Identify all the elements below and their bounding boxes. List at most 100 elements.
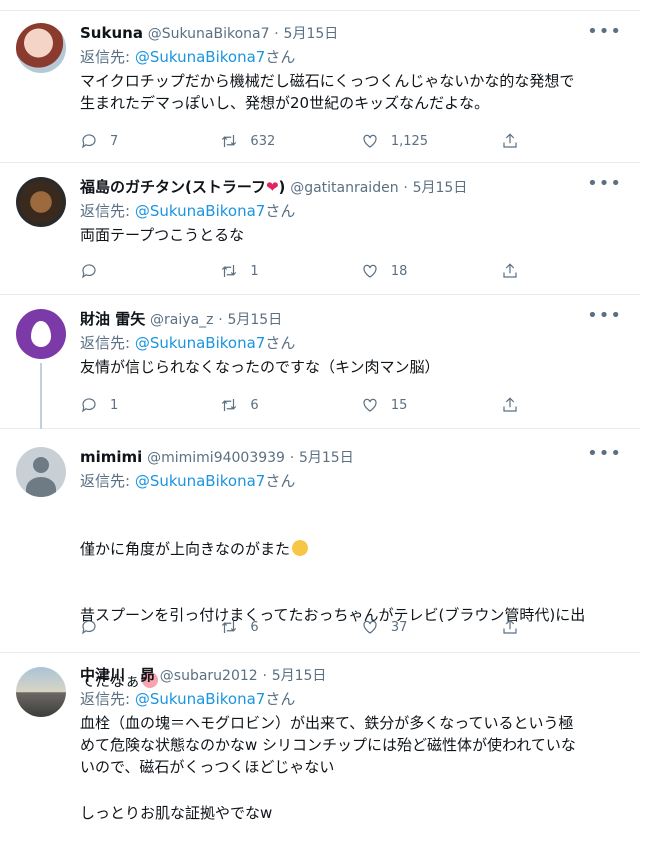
share-button[interactable] (501, 396, 540, 414)
tweet-header: Sukuna @SukunaBikona7 · 5月15日 (80, 23, 620, 44)
tweet-header: 福島のガチタン(ストラーフ❤) @gatitanraiden · 5月15日 (80, 177, 620, 198)
share-icon (503, 263, 517, 278)
retweet-count: 632 (250, 133, 276, 149)
text-line-1: 僅かに角度が上向きなのがまた (80, 540, 291, 558)
like-icon (363, 134, 377, 148)
separator-dot: · (274, 26, 279, 42)
retweet-icon (222, 399, 237, 411)
tweet-actions: 6 37 (80, 615, 540, 639)
reply-button[interactable] (80, 262, 220, 280)
tweet-date[interactable]: 5月15日 (413, 180, 468, 196)
avatar[interactable] (16, 447, 66, 497)
like-button[interactable]: 37 (361, 618, 501, 636)
reply-mention[interactable]: @SukunaBikona7 (135, 48, 266, 66)
avatar[interactable] (16, 177, 66, 227)
like-count: 37 (390, 619, 408, 635)
retweet-button[interactable]: 1 (220, 262, 360, 280)
display-name[interactable]: 財油 雷矢 (80, 310, 145, 328)
reply-suffix: さん (265, 202, 296, 220)
default-avatar-head (33, 457, 49, 473)
tweet-text: 友情が信じられなくなったのですな（キン肉マン脳） (80, 358, 440, 376)
tweet-header: mimimi @mimimi94003939 · 5月15日 (80, 447, 620, 468)
display-name[interactable]: 中津川 昴 (80, 666, 155, 684)
tweet-header: 中津川 昴 @subaru2012 · 5月15日 (80, 665, 620, 686)
relieved-face-emoji-icon (292, 540, 309, 556)
reply-suffix: さん (265, 472, 296, 490)
reply-mention[interactable]: @SukunaBikona7 (135, 690, 266, 708)
tweet-text: 両面テープつこうとるな (80, 226, 245, 244)
display-name[interactable]: Sukuna (80, 24, 143, 42)
reply-prefix: 返信先: (80, 334, 135, 352)
retweet-button[interactable]: 632 (220, 132, 360, 150)
display-name[interactable]: 福島のガチタン(ストラーフ (80, 178, 266, 196)
reply-icon (82, 134, 96, 149)
tweet-actions: 1 6 15 (80, 393, 540, 417)
reply-suffix: さん (265, 48, 296, 66)
tweet-header: 財油 雷矢 @raiya_z · 5月15日 (80, 309, 620, 330)
retweet-button[interactable]: 6 (220, 618, 360, 636)
tweet-date[interactable]: 5月15日 (299, 450, 354, 466)
share-button[interactable] (501, 132, 540, 150)
like-icon (363, 264, 377, 278)
like-button[interactable]: 1,125 (361, 132, 501, 150)
red-heart-icon: ❤ (265, 178, 279, 196)
thread-line (40, 363, 42, 429)
reply-to: 返信先: @SukunaBikona7さん (80, 46, 620, 68)
tweet-date[interactable]: 5月15日 (284, 26, 339, 42)
share-icon (503, 133, 517, 148)
reply-icon (82, 620, 96, 635)
tweet-text: マイクロチップだから機械だし磁石にくっつくんじゃないかな的な発想で 生まれたデマ… (80, 72, 575, 112)
retweet-icon (222, 621, 237, 633)
like-icon (363, 398, 377, 412)
share-button[interactable] (501, 262, 540, 280)
tweet-text: 血栓（血の塊＝ヘモグロビン）が出来て、鉄分が多くなっているという極 めて危険な状… (80, 714, 576, 776)
tweet-sukuna[interactable]: ••• Sukuna @SukunaBikona7 · 5月15日 返信先: @… (0, 11, 640, 163)
share-button[interactable] (501, 618, 540, 636)
share-icon (503, 397, 517, 412)
display-name-close-paren: ) (278, 178, 286, 196)
reply-count: 1 (110, 397, 119, 413)
user-handle[interactable]: @mimimi94003939 (147, 450, 285, 466)
retweet-icon (222, 135, 237, 147)
user-handle[interactable]: @subaru2012 (160, 668, 258, 684)
avatar[interactable] (16, 309, 66, 359)
share-icon (503, 619, 517, 634)
avatar[interactable] (16, 23, 66, 73)
separator-dot: · (403, 180, 408, 196)
tweet-actions: 7 632 1,125 (80, 129, 540, 153)
like-button[interactable]: 18 (361, 262, 501, 280)
separator-dot: · (289, 450, 295, 466)
like-count: 18 (390, 263, 408, 279)
feed-top-border (0, 0, 640, 11)
like-button[interactable]: 15 (361, 396, 501, 414)
reply-mention[interactable]: @SukunaBikona7 (135, 334, 266, 352)
reply-mention[interactable]: @SukunaBikona7 (135, 202, 266, 220)
user-handle[interactable]: @gatitanraiden (290, 180, 398, 196)
retweet-count: 6 (250, 619, 259, 635)
tweet-gatitan[interactable]: ••• 福島のガチタン(ストラーフ❤) @gatitanraiden · 5月1… (0, 163, 640, 295)
retweet-count: 6 (250, 397, 259, 413)
display-name[interactable]: mimimi (80, 448, 142, 466)
tweet-raiya[interactable]: ••• 財油 雷矢 @raiya_z · 5月15日 返信先: @SukunaB… (0, 295, 640, 429)
reply-prefix: 返信先: (80, 202, 135, 220)
reply-to: 返信先: @SukunaBikona7さん (80, 200, 620, 222)
reply-prefix: 返信先: (80, 48, 135, 66)
like-count: 1,125 (390, 133, 429, 149)
avatar[interactable] (16, 667, 66, 717)
user-handle[interactable]: @raiya_z (150, 312, 213, 328)
retweet-button[interactable]: 6 (220, 396, 360, 414)
tweet-date[interactable]: 5月15日 (272, 668, 327, 684)
reply-button[interactable] (80, 618, 220, 636)
user-handle[interactable]: @SukunaBikona7 (148, 26, 270, 42)
egg-icon (31, 321, 51, 347)
reply-mention[interactable]: @SukunaBikona7 (135, 472, 266, 490)
reply-button[interactable]: 1 (80, 396, 220, 414)
tweet-date[interactable]: 5月15日 (227, 312, 282, 328)
separator-dot: · (218, 312, 223, 328)
like-count: 15 (390, 397, 408, 413)
reply-feed: ••• Sukuna @SukunaBikona7 · 5月15日 返信先: @… (0, 0, 640, 822)
tweet-mimimi[interactable]: ••• mimimi @mimimi94003939 · 5月15日 返信先: … (0, 429, 640, 822)
reply-icon (82, 264, 96, 279)
tweet-subaru[interactable]: 中津川 昴 @subaru2012 · 5月15日 返信先: @SukunaBi… (0, 653, 640, 803)
reply-button[interactable]: 7 (80, 132, 220, 150)
